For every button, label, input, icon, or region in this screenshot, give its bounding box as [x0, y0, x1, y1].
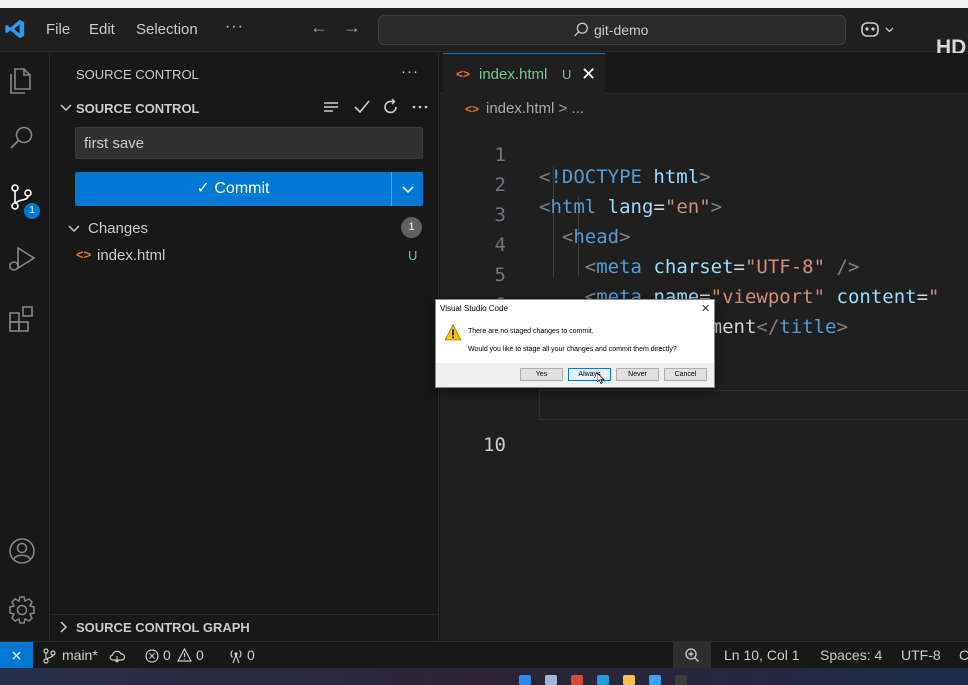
taskbar-app-icon[interactable]	[545, 675, 557, 685]
sidebar-more-button[interactable]: ···	[401, 63, 419, 80]
refresh-icon[interactable]	[381, 97, 401, 117]
nav-back-button[interactable]: ←	[310, 17, 328, 38]
zoom-button[interactable]	[673, 642, 711, 669]
html-file-icon: <>	[465, 102, 480, 116]
source-control-badge: 1	[24, 203, 40, 219]
more-actions-icon[interactable]	[410, 97, 430, 117]
view-as-tree-icon[interactable]	[321, 97, 341, 117]
yes-button[interactable]: Yes	[520, 368, 563, 381]
extensions-icon[interactable]	[6, 303, 38, 335]
editor-tab-bar: <> index.html U ✕	[440, 53, 968, 95]
os-taskbar	[0, 668, 968, 685]
cursor-position[interactable]: Ln 10, Col 1	[724, 647, 800, 663]
commit-message-input[interactable]	[75, 127, 423, 159]
code-line: 4 <meta charset="UTF-8" />	[440, 212, 968, 278]
chevron-right-icon[interactable]	[57, 620, 71, 634]
manage-gear-icon[interactable]	[6, 594, 38, 626]
warning-outline-icon[interactable]	[177, 648, 192, 662]
chrome-icon[interactable]	[571, 675, 583, 685]
chevron-down-icon	[402, 186, 414, 194]
error-count: 0	[163, 647, 171, 663]
file-status-untracked: U	[408, 248, 418, 263]
dialog-button-row: Yes Always Never Cancel	[436, 363, 714, 387]
run-debug-icon[interactable]	[6, 243, 38, 275]
changes-group-label[interactable]: Changes	[88, 220, 148, 237]
chevron-down-icon[interactable]	[59, 101, 73, 115]
menu-more-button[interactable]: ···	[225, 18, 244, 36]
commit-button[interactable]: ✓ Commit	[75, 172, 391, 206]
menu-selection[interactable]: Selection	[136, 21, 198, 38]
source-control-graph-header[interactable]: SOURCE CONTROL GRAPH	[76, 620, 250, 635]
code-line-active: 10	[440, 390, 968, 456]
sync-cloud-icon[interactable]	[108, 648, 126, 664]
tab-label: index.html	[479, 66, 548, 83]
windows-start-icon[interactable]	[519, 675, 531, 685]
file-encoding[interactable]: UTF-8	[901, 647, 941, 663]
line-number: 10	[483, 434, 506, 456]
tab-status: U	[562, 67, 572, 82]
code-line: 5 <meta name="viewport" content="	[440, 242, 968, 308]
vscode-taskbar-icon[interactable]	[649, 675, 661, 685]
indentation-setting[interactable]: Spaces: 4	[820, 647, 882, 663]
vscode-logo-icon	[5, 19, 25, 39]
changes-count-badge: 1	[401, 217, 422, 238]
window-top-strip	[0, 0, 968, 8]
terminal-icon[interactable]	[675, 675, 687, 685]
file-explorer-icon[interactable]	[623, 675, 635, 685]
remote-indicator-button[interactable]: ⨯	[0, 642, 33, 669]
command-center-label: git-demo	[594, 22, 649, 38]
html-file-icon: <>	[456, 67, 471, 81]
git-branch-icon	[43, 648, 56, 664]
menu-file[interactable]: File	[46, 21, 70, 38]
dialog-message: There are no staged changes to commit.	[468, 328, 594, 335]
search-activity-icon[interactable]	[6, 123, 38, 155]
close-icon[interactable]: ✕	[701, 302, 710, 315]
tab-index-html[interactable]: <> index.html U ✕	[443, 53, 605, 95]
mouse-pointer-icon	[597, 373, 605, 384]
code-line: 3 <head>	[440, 182, 968, 248]
edge-icon[interactable]	[597, 675, 609, 685]
ports-count: 0	[247, 647, 255, 663]
chevron-down-icon[interactable]	[67, 222, 81, 236]
accounts-icon[interactable]	[6, 535, 38, 567]
code-line: 6 <title>Document</title>	[440, 272, 968, 338]
html-file-icon: <>	[76, 247, 92, 262]
code-line: 1 <!DOCTYPE html>	[440, 122, 968, 188]
explorer-icon[interactable]	[6, 65, 38, 97]
status-item-truncated[interactable]: C	[959, 647, 968, 663]
warning-icon	[444, 324, 462, 341]
nav-forward-button[interactable]: →	[343, 17, 361, 38]
dialog-question: Would you like to stage all your changes…	[468, 346, 677, 353]
zoom-in-icon	[685, 648, 699, 662]
dialog-title: Visual Studio Code	[440, 304, 508, 313]
search-icon	[574, 22, 588, 37]
ports-broadcast-icon[interactable]	[227, 648, 245, 664]
title-bar: File Edit Selection ··· ← → git-demo	[0, 8, 968, 52]
menu-edit[interactable]: Edit	[89, 21, 115, 38]
source-control-section-header[interactable]: SOURCE CONTROL	[76, 101, 200, 116]
commit-dropdown-button[interactable]	[391, 172, 423, 206]
never-button[interactable]: Never	[616, 368, 659, 381]
current-line-highlight	[539, 390, 968, 420]
command-center-search[interactable]: git-demo	[378, 15, 846, 45]
warning-count: 0	[196, 647, 204, 663]
copilot-icon[interactable]	[860, 19, 900, 41]
commit-check-icon[interactable]	[352, 97, 372, 117]
breadcrumb[interactable]: index.html > ...	[486, 100, 584, 117]
cancel-button[interactable]: Cancel	[664, 368, 707, 381]
close-icon[interactable]: ✕	[581, 64, 596, 85]
sidebar-title: SOURCE CONTROL	[76, 67, 199, 82]
changed-file-item[interactable]: index.html	[97, 247, 165, 264]
error-icon[interactable]	[145, 649, 159, 663]
graph-divider	[51, 614, 439, 615]
source-control-sidebar: SOURCE CONTROL ··· SOURCE CONTROL ✓ Comm…	[51, 53, 439, 641]
activity-bar: 1	[0, 53, 50, 641]
stage-changes-dialog: Visual Studio Code ✕ There are no staged…	[435, 299, 715, 388]
code-line: 2 <html lang="en">	[440, 152, 968, 218]
status-bar: ⨯ main* 0 0 0 Ln 10, Col 1 Spaces: 4 UTF…	[0, 641, 968, 669]
branch-name[interactable]: main*	[62, 647, 98, 663]
